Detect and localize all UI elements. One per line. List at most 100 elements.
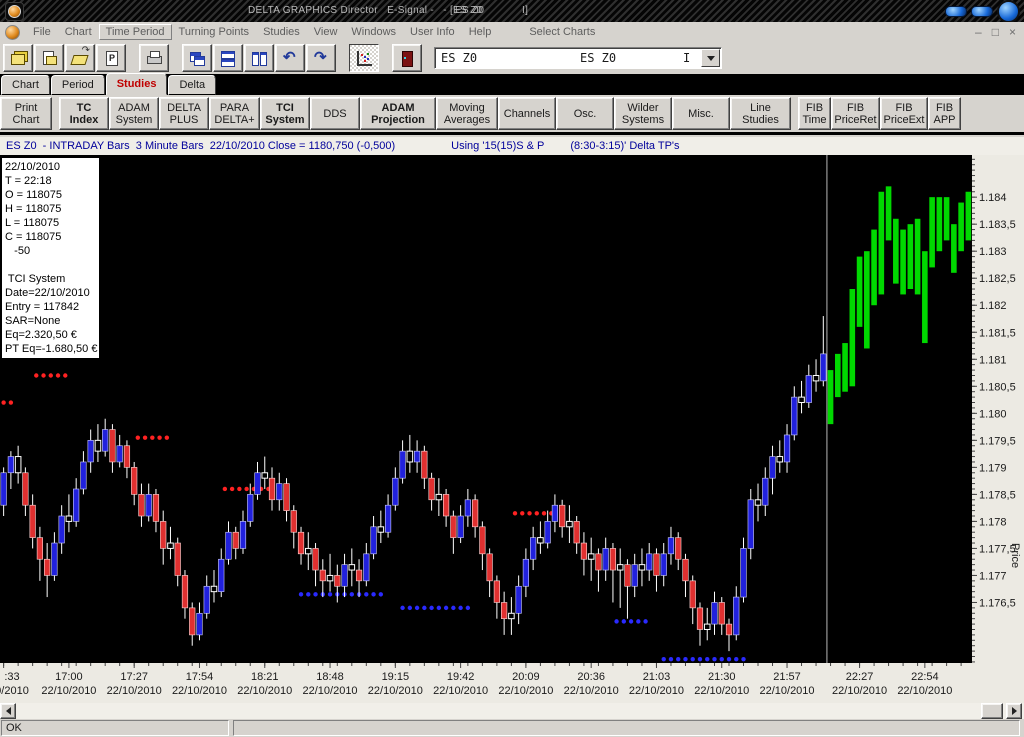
- svg-text:1.179: 1.179: [979, 462, 1007, 474]
- svg-text:18:21: 18:21: [251, 671, 279, 683]
- study-button-print-chart[interactable]: PrintChart: [0, 97, 52, 130]
- study-button-osc[interactable]: Osc.: [556, 97, 614, 130]
- printer-button[interactable]: [139, 44, 169, 72]
- study-button-delta-plus[interactable]: DELTAPLUS: [159, 97, 209, 130]
- session-info: (8:30-3:15)' Delta TP's: [570, 140, 679, 152]
- redo-icon: [312, 50, 330, 66]
- svg-text:0/2010: 0/2010: [0, 685, 29, 697]
- page-p-button[interactable]: [96, 44, 126, 72]
- tab-studies[interactable]: Studies: [106, 73, 168, 95]
- tab-delta[interactable]: Delta: [168, 75, 216, 95]
- study-button-adam-projection[interactable]: ADAMProjection: [360, 97, 436, 130]
- horizontal-scrollbar[interactable]: [0, 703, 1024, 719]
- menu-item-view[interactable]: View: [307, 24, 345, 40]
- svg-text:19:42: 19:42: [447, 671, 475, 683]
- redo-button[interactable]: [306, 44, 336, 72]
- menu-item-help[interactable]: Help: [462, 24, 499, 40]
- mdi-minimize-button[interactable]: –: [975, 25, 982, 39]
- svg-text:18:48: 18:48: [316, 671, 344, 683]
- study-button-fib-app[interactable]: FIBAPP: [928, 97, 961, 130]
- study-button-channels[interactable]: Channels: [498, 97, 556, 130]
- scrollbar-thumb[interactable]: [981, 703, 1003, 719]
- status-message: OK: [1, 720, 229, 736]
- page-copy-icon: [40, 50, 58, 66]
- study-button-fib-priceext[interactable]: FIBPriceExt: [880, 97, 928, 130]
- title-bar: DELTA GRAPHICS Director E-Signal - - [ES…: [0, 0, 1024, 23]
- svg-text:22/10/2010: 22/10/2010: [498, 685, 553, 697]
- symbol-value: ES Z0: [441, 51, 477, 65]
- study-button-adam-system[interactable]: ADAMSystem: [109, 97, 159, 130]
- study-button-dds[interactable]: DDS: [310, 97, 360, 130]
- cascade-windows-icon: [188, 50, 206, 66]
- combo-dropdown-icon[interactable]: [701, 49, 720, 67]
- mdi-window-controls: – □ ×: [975, 25, 1016, 39]
- tile-vertical-icon: [250, 50, 268, 66]
- tab-chart[interactable]: Chart: [1, 75, 50, 95]
- study-button-wilder-systems[interactable]: WilderSystems: [614, 97, 672, 130]
- study-button-tc-index[interactable]: TCIndex: [59, 97, 109, 130]
- chart-settings-icon: [355, 50, 373, 66]
- mdi-close-button[interactable]: ×: [1009, 25, 1016, 39]
- minimize-button[interactable]: [945, 6, 967, 17]
- scroll-left-icon[interactable]: [0, 703, 16, 719]
- svg-text:22/10/2010: 22/10/2010: [832, 685, 887, 697]
- quote-info-line: SAR=None: [5, 314, 97, 328]
- chart-settings-button[interactable]: [349, 44, 379, 72]
- scroll-right-icon[interactable]: [1006, 703, 1022, 719]
- close-button[interactable]: [997, 0, 1020, 23]
- svg-text:22:54: 22:54: [911, 671, 939, 683]
- maximize-button[interactable]: [971, 6, 993, 17]
- quote-info-line: Entry = 117842: [5, 300, 97, 314]
- svg-text:21:57: 21:57: [773, 671, 801, 683]
- svg-text:22/10/2010: 22/10/2010: [433, 685, 488, 697]
- menu-item-file[interactable]: File: [26, 24, 58, 40]
- cascade-windows-button[interactable]: [182, 44, 212, 72]
- svg-text:1.178,5: 1.178,5: [979, 489, 1016, 501]
- menu-item-windows[interactable]: Windows: [344, 24, 403, 40]
- svg-text:22/10/2010: 22/10/2010: [107, 685, 162, 697]
- study-button-fib-time[interactable]: FIBTime: [798, 97, 831, 130]
- svg-text:20:36: 20:36: [577, 671, 605, 683]
- study-button-misc[interactable]: Misc.: [672, 97, 730, 130]
- undo-button[interactable]: [275, 44, 305, 72]
- open-folder-icon: [71, 50, 89, 66]
- candlestick-chart[interactable]: 1.1841.183,51.1831.182,51.1821.181,51.18…: [0, 155, 1024, 703]
- svg-text:22/10/2010: 22/10/2010: [629, 685, 684, 697]
- stacked-folders-button[interactable]: [3, 44, 33, 72]
- symbol-combobox[interactable]: ES Z0 ES Z0 I: [434, 47, 722, 69]
- page-copy-button[interactable]: [34, 44, 64, 72]
- study-button-fib-priceret[interactable]: FIBPriceRet: [831, 97, 880, 130]
- status-extra: [233, 720, 1020, 736]
- exit-door-button[interactable]: [392, 44, 422, 72]
- svg-text:1.180,5: 1.180,5: [979, 381, 1016, 393]
- open-folder-button[interactable]: [65, 44, 95, 72]
- quote-info-line: [5, 258, 97, 272]
- menu-item-time-period[interactable]: Time Period: [99, 24, 172, 40]
- quote-info-line: L = 118075: [5, 216, 97, 230]
- svg-text:17:27: 17:27: [120, 671, 148, 683]
- tile-vertical-button[interactable]: [244, 44, 274, 72]
- study-button-para-delta[interactable]: PARADELTA+: [209, 97, 260, 130]
- menu-item-user-info[interactable]: User Info: [403, 24, 462, 40]
- chart-info-bar: ES Z0 - INTRADAY Bars 3 Minute Bars 22/1…: [0, 137, 1024, 156]
- study-button-moving-averages[interactable]: MovingAverages: [436, 97, 498, 130]
- app-menu-icon[interactable]: [5, 25, 20, 40]
- tile-horizontal-button[interactable]: [213, 44, 243, 72]
- svg-text:Price: Price: [1009, 543, 1021, 568]
- menu-item-studies[interactable]: Studies: [256, 24, 307, 40]
- quote-info-box: 22/10/2010T = 22:18O = 118075H = 118075L…: [1, 157, 100, 359]
- study-button-line-studies[interactable]: LineStudies: [730, 97, 791, 130]
- menu-bar: FileChartTime PeriodTurning PointsStudie…: [0, 22, 1024, 43]
- symbol-type: I: [683, 51, 690, 65]
- menu-item-chart[interactable]: Chart: [58, 24, 99, 40]
- menu-item-select-charts[interactable]: Select Charts: [522, 24, 602, 40]
- menu-item-turning-points[interactable]: Turning Points: [172, 24, 257, 40]
- svg-text:17:00: 17:00: [55, 671, 83, 683]
- mdi-restore-button[interactable]: □: [992, 25, 999, 39]
- svg-text:1.183: 1.183: [979, 246, 1007, 258]
- svg-text:1.182: 1.182: [979, 300, 1007, 312]
- svg-text:17:54: 17:54: [186, 671, 214, 683]
- study-button-tci-system[interactable]: TCISystem: [260, 97, 310, 130]
- quote-info-line: H = 118075: [5, 202, 97, 216]
- tab-period[interactable]: Period: [51, 75, 105, 95]
